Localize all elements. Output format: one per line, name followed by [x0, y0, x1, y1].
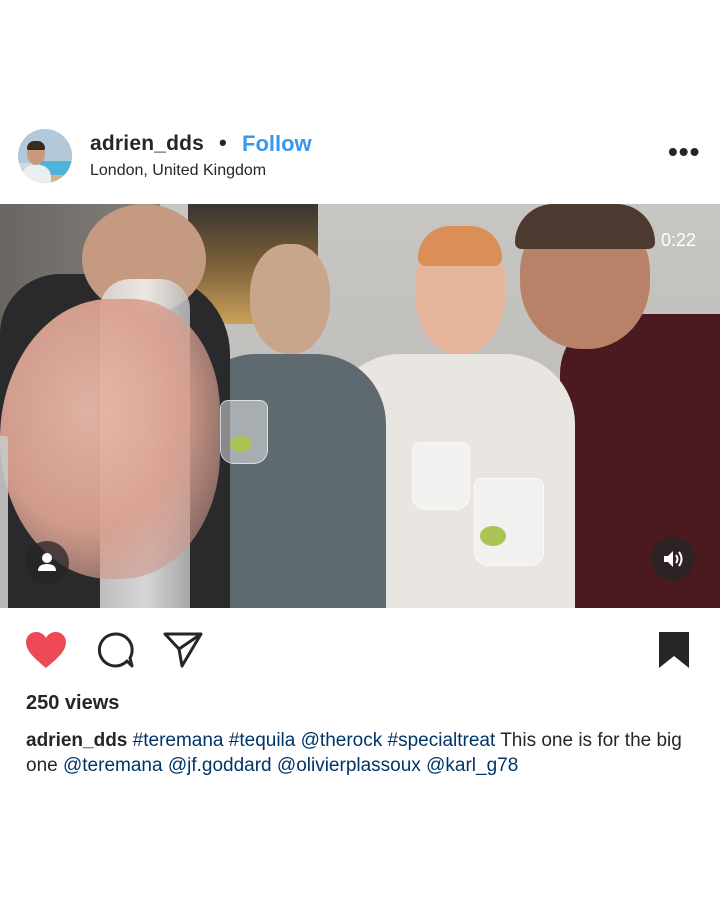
person-icon [38, 553, 56, 571]
caption-mention[interactable]: @olivierplassoux [277, 755, 421, 776]
lime-1 [230, 436, 252, 452]
caption-username[interactable]: adrien_dds [26, 730, 127, 751]
caption-mention[interactable]: @karl_g78 [426, 755, 518, 776]
separator-dot: • [219, 130, 227, 155]
comment-icon [97, 632, 134, 668]
avatar[interactable] [18, 129, 72, 183]
more-options-icon[interactable]: ••• [668, 138, 700, 166]
glass-1 [220, 400, 268, 464]
blurred-hand [0, 299, 220, 579]
lime-3 [480, 526, 506, 546]
post-username[interactable]: adrien_dds [90, 132, 204, 156]
post-location[interactable]: London, United Kingdom [90, 162, 266, 180]
caption-hashtag[interactable]: #specialtreat [388, 730, 496, 751]
person-3-hair [418, 226, 502, 266]
like-button[interactable] [24, 630, 68, 675]
share-icon [163, 632, 203, 668]
caption-hashtag[interactable]: #teremana [133, 730, 224, 751]
caption: adrien_dds #teremana #tequila @therock #… [26, 728, 706, 778]
action-bar [0, 622, 720, 678]
view-count: 250 views [26, 692, 120, 714]
post-header: adrien_dds • Follow London, United Kingd… [0, 120, 720, 195]
glass-2 [412, 442, 470, 510]
caption-hashtag[interactable]: #tequila [229, 730, 296, 751]
follow-button[interactable]: Follow [242, 131, 312, 157]
save-button[interactable] [656, 630, 692, 675]
caption-mention[interactable]: @teremana [63, 755, 163, 776]
caption-mention[interactable]: @jf.goddard [168, 755, 272, 776]
left-edge-bar [0, 436, 8, 608]
comment-button[interactable] [96, 630, 136, 675]
post-video[interactable]: 0:22 [0, 204, 720, 608]
tagged-users-button[interactable] [25, 541, 69, 585]
heart-filled-icon [26, 632, 66, 668]
person-4-body [560, 314, 720, 608]
share-button[interactable] [162, 630, 204, 675]
glass-3 [474, 478, 544, 566]
video-timer: 0:22 [660, 230, 696, 250]
speaker-icon [664, 551, 683, 567]
sound-toggle-button[interactable] [651, 537, 695, 581]
caption-mention[interactable]: @therock [301, 730, 383, 751]
person-2-head [250, 244, 330, 354]
person-4-hair [515, 204, 655, 249]
bookmark-filled-icon [659, 632, 689, 668]
